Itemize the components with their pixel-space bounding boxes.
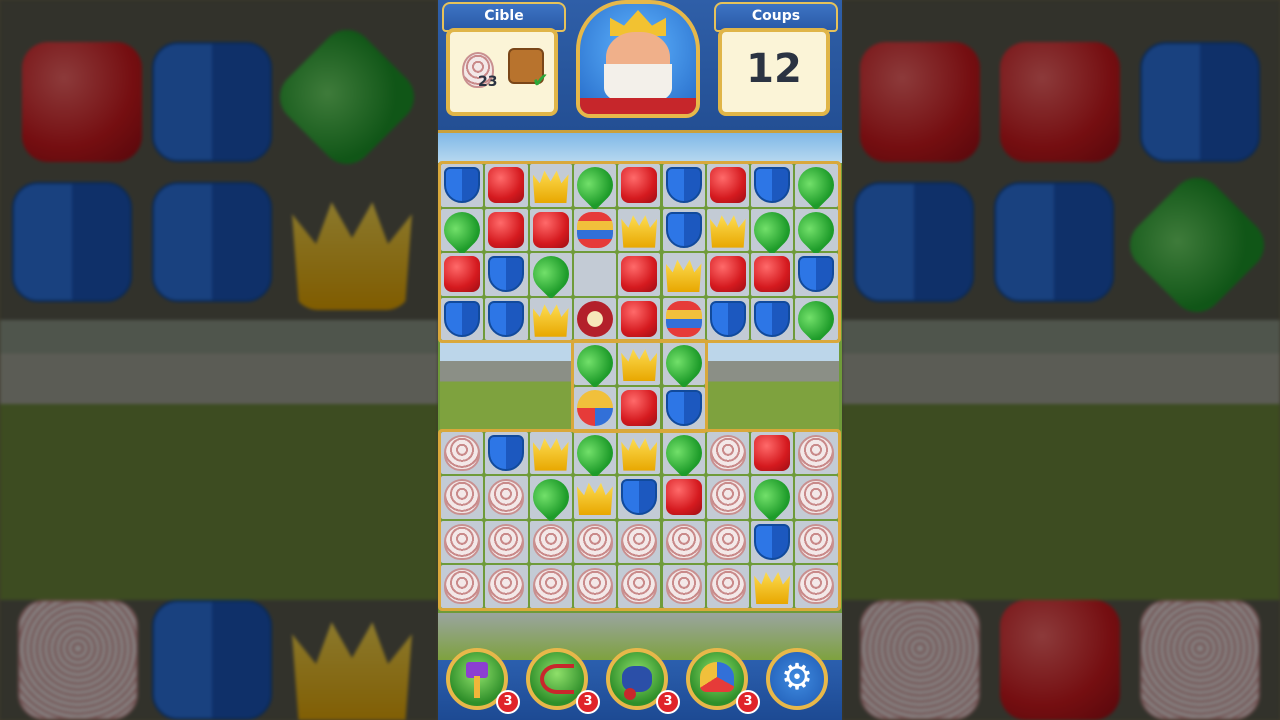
jester-hat-icon xyxy=(700,662,734,692)
blue-tile[interactable] xyxy=(488,434,525,471)
egg-tile[interactable] xyxy=(488,479,525,516)
settings-gear-button[interactable]: ⚙ xyxy=(766,648,828,710)
crown-tile-blurred xyxy=(292,202,412,310)
red-tile[interactable] xyxy=(665,479,702,516)
blue-tile-blurred xyxy=(152,182,272,302)
egg-tile[interactable] xyxy=(709,434,746,471)
board-cell xyxy=(573,253,617,296)
egg-tile[interactable] xyxy=(709,568,746,605)
game-board xyxy=(438,159,842,613)
jester-count-badge: 3 xyxy=(736,690,760,714)
garden-backdrop xyxy=(0,320,438,600)
blue-tile-blurred xyxy=(994,182,1114,302)
egg-tile[interactable] xyxy=(709,479,746,516)
egg-tile[interactable] xyxy=(798,479,835,516)
red-tile-blurred xyxy=(1000,42,1120,162)
leaf-tile-blurred xyxy=(1119,167,1275,323)
bow-arrow-icon xyxy=(540,664,574,694)
egg-tile[interactable] xyxy=(532,523,569,560)
gear-icon: ⚙ xyxy=(780,657,814,698)
blue-tile-blurred xyxy=(152,42,272,162)
egg-tile[interactable] xyxy=(709,523,746,560)
blue-tile[interactable] xyxy=(709,300,746,337)
target-panel: 23 ✔ xyxy=(446,28,558,116)
red-tile[interactable] xyxy=(754,434,791,471)
background-left xyxy=(0,0,438,720)
blue-tile[interactable] xyxy=(754,300,791,337)
egg-tile-blurred xyxy=(1140,600,1260,720)
king-robe xyxy=(580,98,696,114)
red-tile[interactable] xyxy=(621,167,658,203)
red-tile[interactable] xyxy=(621,300,658,337)
egg-tile[interactable] xyxy=(444,568,480,605)
game-screen: Cible 23 ✔ Coups 12 3 3 3 3 ⚙ xyxy=(438,0,842,720)
blue-tile-blurred xyxy=(854,182,974,302)
blue-tile-blurred xyxy=(12,182,132,302)
rocket-tile[interactable] xyxy=(665,300,702,337)
red-tile[interactable] xyxy=(709,167,746,203)
red-tile-blurred xyxy=(1000,600,1120,720)
tnt-tile[interactable] xyxy=(576,300,613,337)
blue-tile[interactable] xyxy=(754,523,791,560)
rocket-tile[interactable] xyxy=(576,211,613,248)
garden-backdrop xyxy=(842,320,1280,600)
blue-tile[interactable] xyxy=(665,211,702,248)
arrow-count-badge: 3 xyxy=(576,690,600,714)
egg-goal-count: 23 xyxy=(478,74,498,90)
hammer-handle xyxy=(474,676,480,698)
egg-tile[interactable] xyxy=(621,568,658,605)
egg-tile[interactable] xyxy=(444,434,480,471)
blue-tile[interactable] xyxy=(665,167,702,203)
egg-tile[interactable] xyxy=(798,523,835,560)
egg-tile[interactable] xyxy=(488,523,525,560)
sky-strip xyxy=(438,133,842,163)
moves-remaining: 12 xyxy=(746,46,802,92)
blue-tile[interactable] xyxy=(488,300,525,337)
egg-tile-blurred xyxy=(18,600,138,720)
egg-tile-blurred xyxy=(860,600,980,720)
jester-tile[interactable] xyxy=(576,390,613,426)
red-tile[interactable] xyxy=(532,211,569,248)
blue-tile[interactable] xyxy=(444,167,480,203)
egg-tile[interactable] xyxy=(665,523,702,560)
crown-tile-blurred xyxy=(292,622,412,720)
moves-panel: 12 xyxy=(718,28,830,116)
egg-tile[interactable] xyxy=(444,523,480,560)
blue-tile[interactable] xyxy=(754,167,791,203)
egg-tile[interactable] xyxy=(576,523,613,560)
egg-tile[interactable] xyxy=(665,568,702,605)
egg-tile[interactable] xyxy=(532,568,569,605)
leaf-tile-blurred xyxy=(269,19,425,175)
red-tile[interactable] xyxy=(621,390,658,426)
castle-scenery-right xyxy=(705,341,839,431)
red-tile[interactable] xyxy=(621,256,658,293)
blue-tile[interactable] xyxy=(444,300,480,337)
hammer-count-badge: 3 xyxy=(496,690,520,714)
red-tile-blurred xyxy=(22,42,142,162)
castle-scenery-left xyxy=(440,341,573,431)
egg-tile[interactable] xyxy=(798,434,835,471)
red-tile-blurred xyxy=(860,42,980,162)
red-tile[interactable] xyxy=(754,256,791,293)
cannon-wheel xyxy=(624,688,636,700)
egg-tile[interactable] xyxy=(621,523,658,560)
egg-tile[interactable] xyxy=(576,568,613,605)
top-hud: Cible 23 ✔ Coups 12 xyxy=(438,0,842,133)
king-portrait xyxy=(576,0,700,118)
blue-tile[interactable] xyxy=(665,390,702,426)
red-tile[interactable] xyxy=(488,167,525,203)
egg-tile[interactable] xyxy=(444,479,480,516)
background-right xyxy=(842,0,1280,720)
red-tile[interactable] xyxy=(444,256,480,293)
egg-tile[interactable] xyxy=(488,568,525,605)
red-tile[interactable] xyxy=(709,256,746,293)
blue-tile-blurred xyxy=(152,600,272,720)
cannon-count-badge: 3 xyxy=(656,690,680,714)
egg-tile[interactable] xyxy=(798,568,835,605)
blue-tile-blurred xyxy=(1140,42,1260,162)
checkmark-icon: ✔ xyxy=(532,68,549,92)
red-tile[interactable] xyxy=(488,211,525,248)
